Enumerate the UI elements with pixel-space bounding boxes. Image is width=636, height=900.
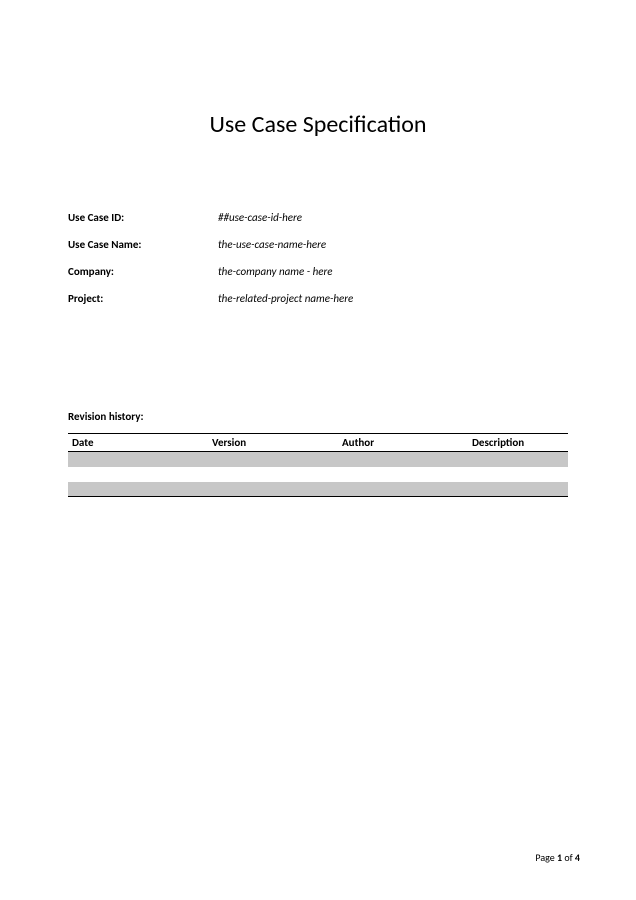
revision-history-title: Revision history: xyxy=(68,410,568,423)
meta-row-use-case-name: Use Case Name: the-use-case-name-here xyxy=(68,238,568,251)
table-cell xyxy=(468,452,568,467)
meta-row-company: Company: the-company name - here xyxy=(68,265,568,278)
footer-total-pages: 4 xyxy=(575,851,580,864)
table-cell xyxy=(338,452,468,467)
table-cell xyxy=(208,467,338,482)
meta-label-company: Company: xyxy=(68,265,218,278)
footer-prefix: Page xyxy=(535,851,557,864)
meta-value-use-case-id: ##use-case-id-here xyxy=(218,211,302,224)
meta-row-use-case-id: Use Case ID: ##use-case-id-here xyxy=(68,211,568,224)
footer-middle: of xyxy=(562,851,575,864)
revision-history-table: Date Version Author Description xyxy=(68,433,568,497)
metadata-block: Use Case ID: ##use-case-id-here Use Case… xyxy=(68,211,568,305)
col-header-version: Version xyxy=(208,434,338,452)
meta-value-company: the-company name - here xyxy=(218,265,333,278)
table-row xyxy=(68,482,568,497)
table-cell xyxy=(68,452,208,467)
meta-label-project: Project: xyxy=(68,292,218,305)
revision-history-section: Revision history: Date Version Author De… xyxy=(68,410,568,497)
table-cell xyxy=(68,467,208,482)
table-cell xyxy=(208,452,338,467)
document-page: Use Case Specification Use Case ID: ##us… xyxy=(0,0,636,497)
table-cell xyxy=(68,482,208,497)
meta-value-use-case-name: the-use-case-name-here xyxy=(218,238,326,251)
col-header-date: Date xyxy=(68,434,208,452)
page-footer: Page 1 of 4 xyxy=(535,851,580,864)
meta-row-project: Project: the-related-project name-here xyxy=(68,292,568,305)
table-cell xyxy=(338,482,468,497)
table-row xyxy=(68,452,568,467)
table-cell xyxy=(338,467,468,482)
table-header-row: Date Version Author Description xyxy=(68,434,568,452)
meta-value-project: the-related-project name-here xyxy=(218,292,353,305)
meta-label-use-case-id: Use Case ID: xyxy=(68,211,218,224)
table-cell xyxy=(468,482,568,497)
table-cell xyxy=(208,482,338,497)
table-row xyxy=(68,467,568,482)
col-header-description: Description xyxy=(468,434,568,452)
page-title: Use Case Specification xyxy=(68,110,568,139)
meta-label-use-case-name: Use Case Name: xyxy=(68,238,218,251)
table-cell xyxy=(468,467,568,482)
col-header-author: Author xyxy=(338,434,468,452)
